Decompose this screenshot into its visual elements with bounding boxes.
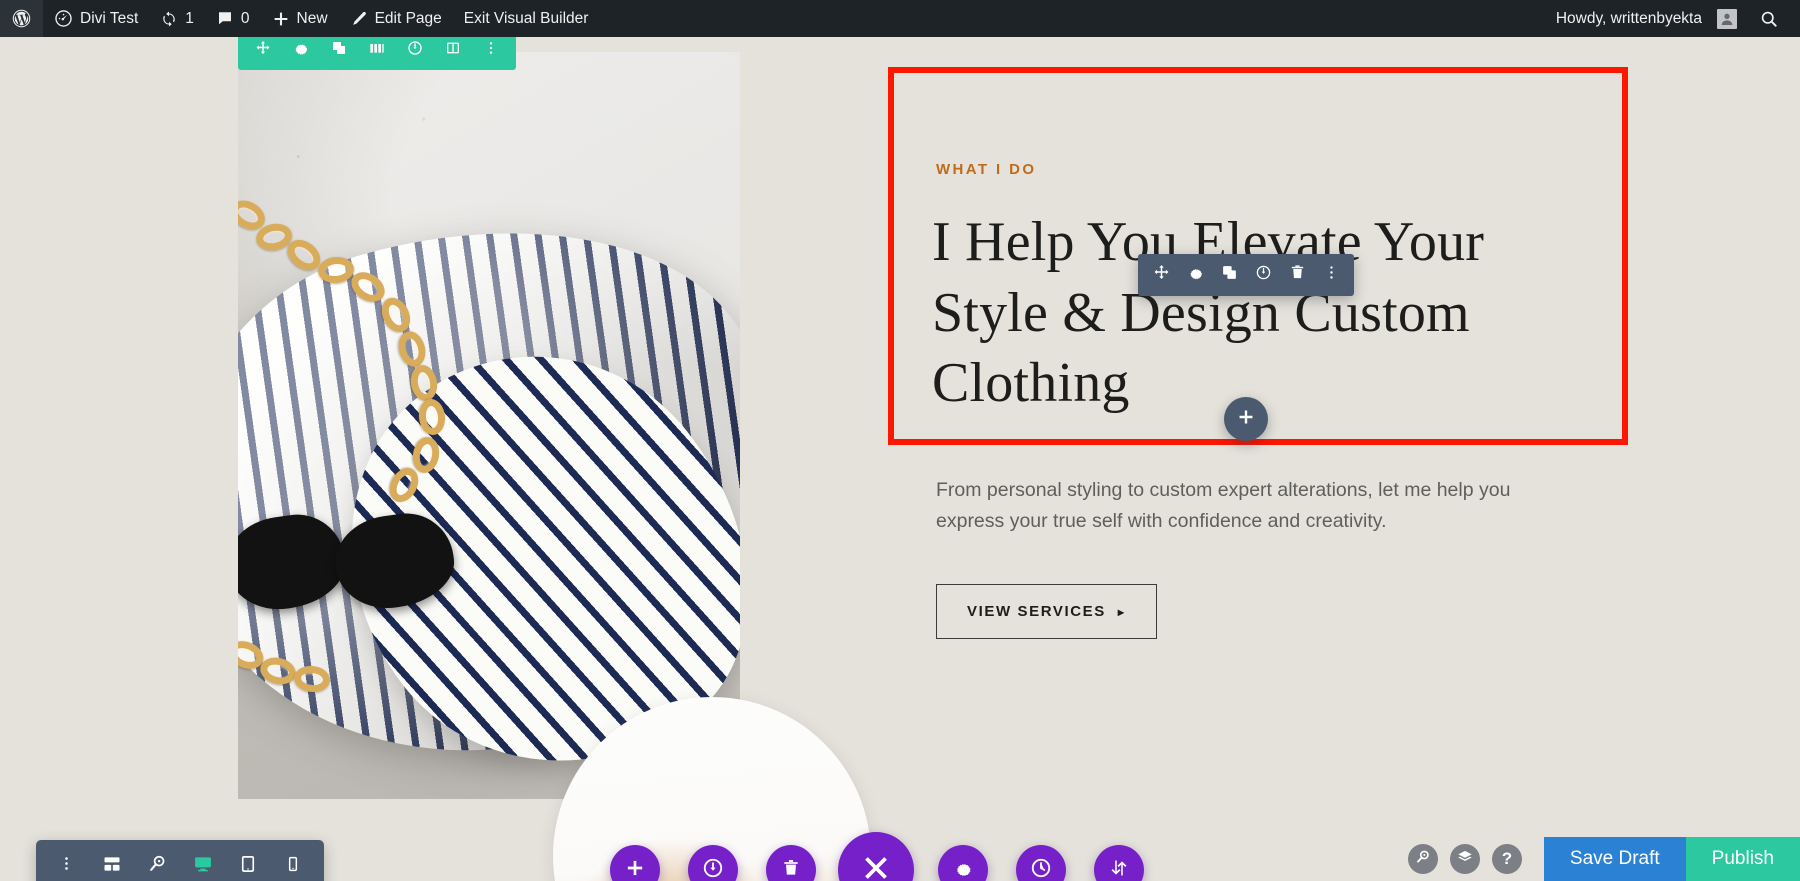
row-library-button[interactable]	[434, 37, 472, 66]
gear-icon	[1187, 264, 1204, 286]
row-disable-button[interactable]	[396, 37, 434, 66]
module-duplicate-button[interactable]	[1212, 254, 1246, 296]
gear-icon	[953, 858, 973, 881]
view-services-label: VIEW SERVICES	[967, 603, 1106, 620]
row-move-button[interactable]	[244, 37, 282, 66]
trash-icon	[1289, 264, 1306, 286]
site-name-menu[interactable]: Divi Test	[43, 0, 149, 37]
comments-icon	[216, 10, 234, 28]
admin-bar-right-group: Howdy, writtenbyekta	[1545, 0, 1800, 37]
site-name-label: Divi Test	[80, 9, 139, 27]
save-publish-group: Save Draft Publish	[1543, 837, 1800, 881]
pencil-icon	[350, 10, 368, 28]
library-icon	[445, 40, 461, 61]
user-avatar-icon	[1717, 8, 1737, 29]
wordpress-logo-menu[interactable]	[0, 0, 43, 37]
tablet-icon	[239, 855, 257, 878]
visual-builder-screen: Divi Test 1 0 New Edit Page Exit Visual …	[0, 0, 1800, 881]
new-content-menu[interactable]: New	[261, 0, 339, 37]
plus-icon	[1237, 408, 1255, 431]
module-disable-button[interactable]	[1246, 254, 1280, 296]
hero-image-photo[interactable]	[238, 52, 740, 799]
search-button[interactable]	[1407, 844, 1438, 874]
updates-count: 1	[185, 9, 194, 27]
help-icon: ?	[1501, 849, 1513, 868]
add-module-button[interactable]	[1224, 397, 1268, 441]
layers-icon	[1457, 849, 1473, 870]
module-delete-button[interactable]	[1280, 254, 1314, 296]
desktop-icon	[193, 854, 213, 879]
plus-icon	[272, 10, 290, 28]
admin-bar-left-group: Divi Test 1 0 New Edit Page Exit Visual …	[0, 0, 599, 37]
disable-icon	[1255, 264, 1272, 286]
exit-visual-builder-menu[interactable]: Exit Visual Builder	[453, 0, 600, 37]
search-magnifier-icon	[1415, 849, 1431, 870]
gear-icon	[293, 40, 309, 61]
portability-button[interactable]	[1094, 845, 1144, 881]
phone-view-button[interactable]	[273, 846, 313, 881]
comments-count: 0	[240, 9, 250, 27]
search-icon	[1759, 9, 1779, 29]
exit-visual-builder-label: Exit Visual Builder	[463, 9, 589, 27]
builder-view-toolbar[interactable]	[36, 840, 324, 881]
intro-paragraph: From personal styling to custom expert a…	[936, 479, 1511, 532]
row-more-button[interactable]	[472, 37, 510, 66]
module-toolbar[interactable]	[1138, 254, 1354, 296]
module-move-button[interactable]	[1144, 254, 1178, 296]
zoom-out-icon	[148, 854, 167, 878]
admin-search-button[interactable]	[1748, 0, 1790, 37]
power-save-icon	[702, 857, 724, 881]
move-icon	[1153, 264, 1170, 286]
more-vertical-icon	[58, 855, 75, 877]
tablet-view-button[interactable]	[228, 846, 268, 881]
duplicate-icon	[331, 40, 347, 61]
howdy-label: Howdy, writtenbyekta	[1555, 9, 1702, 27]
updates-icon	[160, 10, 178, 28]
chevron-right-icon: ▸	[1117, 604, 1126, 619]
wordpress-logo-icon	[11, 8, 32, 29]
more-vertical-icon	[1323, 264, 1340, 286]
dashboard-icon	[54, 9, 73, 28]
edit-page-label: Edit Page	[374, 9, 442, 27]
page-canvas: WHAT I DO I Help You Elevate Your Style …	[0, 37, 1800, 881]
editing-history-button[interactable]	[1016, 845, 1066, 881]
row-toolbar[interactable]	[238, 37, 516, 70]
page-title[interactable]: I Help You Elevate Your Style & Design C…	[932, 207, 1572, 419]
publish-button[interactable]: Publish	[1685, 837, 1800, 881]
edit-page-menu[interactable]: Edit Page	[339, 0, 453, 37]
module-more-button[interactable]	[1314, 254, 1348, 296]
save-draft-button[interactable]: Save Draft	[1543, 837, 1686, 881]
row-duplicate-button[interactable]	[320, 37, 358, 66]
columns-icon	[369, 40, 385, 61]
sort-arrows-icon	[1109, 858, 1129, 881]
wp-admin-bar: Divi Test 1 0 New Edit Page Exit Visual …	[0, 0, 1800, 37]
my-account-menu[interactable]: Howdy, writtenbyekta	[1545, 0, 1748, 37]
desktop-view-button[interactable]	[183, 846, 223, 881]
more-vertical-icon	[483, 40, 499, 61]
duplicate-icon	[1221, 264, 1238, 286]
new-content-label: New	[296, 9, 328, 27]
plus-icon	[625, 858, 645, 881]
help-button[interactable]: ?	[1491, 844, 1522, 874]
view-services-button[interactable]: VIEW SERVICES ▸	[936, 584, 1157, 639]
wireframe-view-button[interactable]	[92, 846, 132, 881]
module-settings-button[interactable]	[1178, 254, 1212, 296]
move-icon	[255, 40, 271, 61]
zoom-out-view-button[interactable]	[137, 846, 177, 881]
history-clock-icon	[1030, 857, 1052, 881]
phone-icon	[285, 856, 301, 877]
page-settings-button[interactable]	[938, 845, 988, 881]
close-x-icon	[861, 853, 891, 881]
row-settings-button[interactable]	[282, 37, 320, 66]
wireframe-icon	[102, 854, 122, 879]
comments-menu[interactable]: 0	[205, 0, 261, 37]
toolbar-more-button[interactable]	[47, 846, 87, 881]
eyebrow-text: WHAT I DO	[936, 161, 1037, 178]
layers-view-button[interactable]	[1449, 844, 1480, 874]
trash-icon	[781, 858, 801, 881]
disable-icon	[407, 40, 423, 61]
row-columns-button[interactable]	[358, 37, 396, 66]
builder-right-controls: ? Save Draft Publish	[1407, 837, 1800, 881]
updates-menu[interactable]: 1	[149, 0, 205, 37]
